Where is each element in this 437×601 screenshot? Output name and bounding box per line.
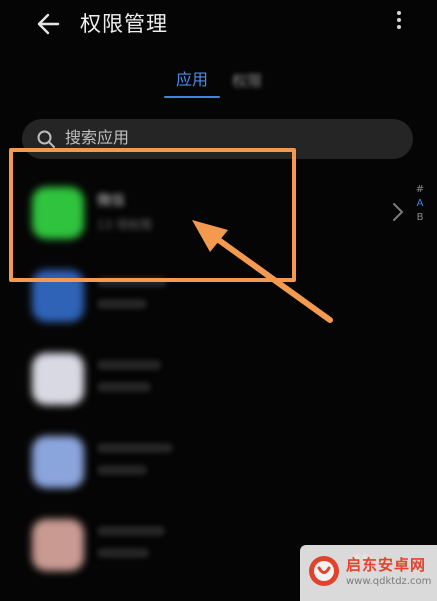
tab-bar: 应用 权限 xyxy=(0,66,437,106)
watermark-title: 启东安卓网 xyxy=(346,556,427,574)
app-permission-count: 13 项权限 xyxy=(97,218,153,232)
more-dot-icon xyxy=(397,25,401,29)
list-item[interactable] xyxy=(0,255,400,337)
watermark-logo-icon xyxy=(309,556,339,586)
app-subtitle xyxy=(97,299,147,309)
app-subtitle xyxy=(97,382,151,392)
tab-selected-indicator xyxy=(164,96,220,98)
list-item[interactable] xyxy=(0,421,400,503)
app-name: 微信 xyxy=(97,193,125,209)
tab-apps[interactable]: 应用 xyxy=(164,66,220,102)
top-bar: 权限管理 xyxy=(0,0,437,48)
chevron-right-icon xyxy=(393,203,403,221)
page-title: 权限管理 xyxy=(80,12,168,36)
app-icon xyxy=(32,436,84,488)
search-input[interactable]: 搜索应用 xyxy=(22,119,413,159)
tab-permissions[interactable]: 权限 xyxy=(232,70,276,94)
watermark-url: www.qdktdz.com xyxy=(346,576,432,587)
wechat-app-icon xyxy=(32,187,84,239)
app-name xyxy=(97,277,167,287)
search-icon xyxy=(37,130,55,148)
app-icon xyxy=(32,270,84,322)
back-button[interactable] xyxy=(28,6,68,42)
back-arrow-icon xyxy=(37,13,60,35)
list-item[interactable] xyxy=(0,338,400,420)
more-options-button[interactable] xyxy=(388,8,410,38)
tab-permissions-label: 权限 xyxy=(232,72,263,90)
app-icon xyxy=(32,353,84,405)
app-name xyxy=(97,443,173,453)
watermark: 启东安卓网 www.qdktdz.com xyxy=(300,545,437,601)
tab-apps-label: 应用 xyxy=(175,70,208,89)
app-subtitle xyxy=(97,548,149,558)
app-icon xyxy=(32,519,84,571)
alphabet-index-item[interactable]: A xyxy=(413,197,427,211)
alphabet-index-item[interactable]: B xyxy=(413,211,427,225)
more-dot-icon xyxy=(397,18,401,22)
app-name xyxy=(97,360,161,370)
list-item[interactable]: 微信 13 项权限 xyxy=(0,172,400,254)
alphabet-index-item[interactable]: # xyxy=(413,183,427,197)
app-name xyxy=(97,526,165,536)
search-placeholder: 搜索应用 xyxy=(65,128,130,147)
app-subtitle xyxy=(97,465,147,475)
more-dot-icon xyxy=(397,11,401,15)
alphabet-index[interactable]: # A B xyxy=(413,183,427,225)
